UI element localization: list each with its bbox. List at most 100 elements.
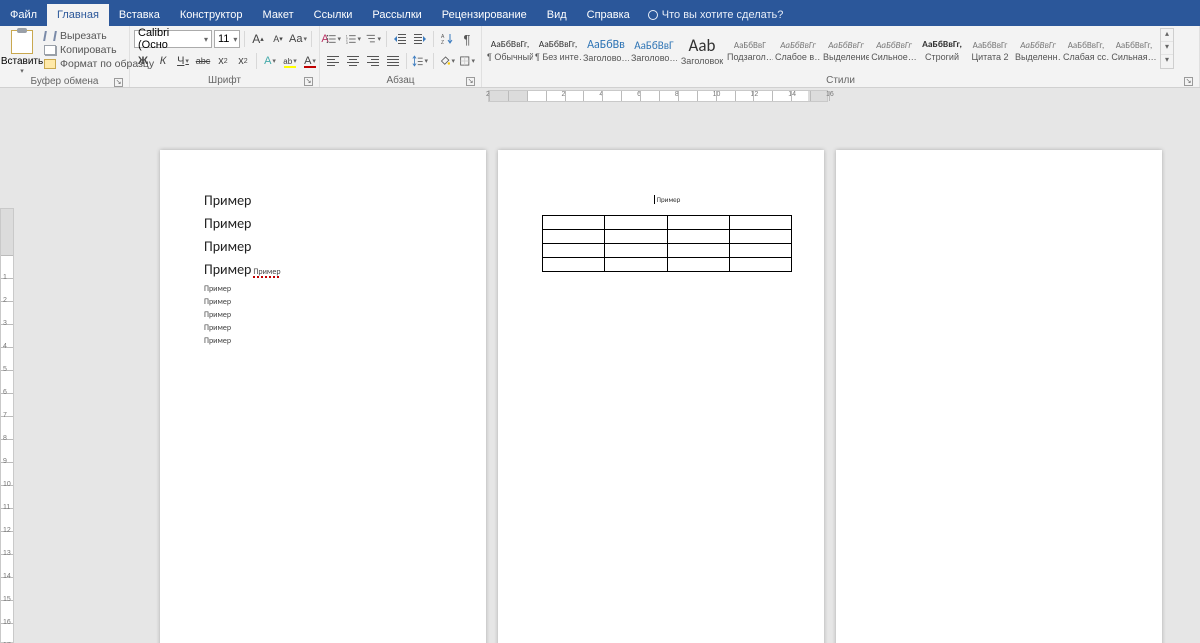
table-cell[interactable]: [667, 216, 729, 230]
page-1[interactable]: ПримерПримерПримерПримерПримерПримерПрим…: [160, 150, 486, 643]
paragraph-dialog-launcher[interactable]: ↘: [466, 77, 475, 86]
underline-button[interactable]: Ч▾: [174, 52, 192, 70]
tab-file[interactable]: Файл: [0, 4, 47, 26]
highlight-button[interactable]: ab▾: [281, 52, 299, 70]
table-cell[interactable]: [605, 216, 667, 230]
style-item-8[interactable]: АаБбВвГгСильное…: [870, 30, 918, 72]
ruler-horizontal[interactable]: 2246810121416: [488, 90, 828, 102]
text-effects-button[interactable]: A▾: [261, 52, 279, 70]
align-left-button[interactable]: [324, 52, 342, 70]
style-name: Сильное…: [871, 52, 916, 62]
table-cell[interactable]: [543, 230, 605, 244]
page-3[interactable]: [836, 150, 1162, 643]
shrink-font-button[interactable]: A▾: [269, 30, 287, 48]
grow-font-button[interactable]: A▴: [249, 30, 267, 48]
style-preview: АаБбВвГг,: [1116, 41, 1153, 50]
styles-dialog-launcher[interactable]: ↘: [1184, 77, 1193, 86]
table-cell[interactable]: [729, 230, 791, 244]
table-row: [543, 244, 792, 258]
tab-insert[interactable]: Вставка: [109, 4, 170, 26]
style-item-12[interactable]: АаБбВвГг,Слабая сс…: [1062, 30, 1110, 72]
table-cell[interactable]: [729, 216, 791, 230]
style-item-9[interactable]: АаБбВвГг,Строгий: [918, 30, 966, 72]
align-right-button[interactable]: [364, 52, 382, 70]
styles-scroll-up[interactable]: ▴: [1161, 29, 1173, 42]
table-cell[interactable]: [543, 216, 605, 230]
text-line: Пример: [204, 297, 454, 307]
page-2[interactable]: Пример: [498, 150, 824, 643]
style-item-3[interactable]: АаБбВвГЗаголово…: [630, 30, 678, 72]
group-clipboard: Вставить ▾ Вырезать Копировать Формат по…: [0, 26, 130, 87]
style-item-10[interactable]: АаБбВвГгЦитата 2: [966, 30, 1014, 72]
table-cell[interactable]: [605, 230, 667, 244]
decrease-indent-button[interactable]: [391, 30, 409, 48]
styles-expand[interactable]: ▾: [1161, 55, 1173, 68]
shading-button[interactable]: ▾: [438, 52, 456, 70]
font-name-combo[interactable]: Calibri (Осно▾: [134, 30, 212, 48]
increase-indent-button[interactable]: [411, 30, 429, 48]
sort-icon: AZ: [440, 32, 454, 46]
style-item-5[interactable]: АаБбВвГПодзагол…: [726, 30, 774, 72]
clipboard-dialog-launcher[interactable]: ↘: [114, 78, 123, 87]
page-2-caption: Пример: [657, 195, 681, 204]
tell-me-search[interactable]: Что вы хотите сделать?: [640, 4, 792, 26]
show-marks-button[interactable]: ¶: [458, 30, 476, 48]
change-case-button[interactable]: Aa▾: [289, 30, 307, 48]
table-cell[interactable]: [729, 258, 791, 272]
table-cell[interactable]: [605, 244, 667, 258]
svg-text:3: 3: [346, 41, 348, 45]
styles-more: ▴ ▾ ▾: [1160, 28, 1174, 69]
table-cell[interactable]: [667, 244, 729, 258]
tab-view[interactable]: Вид: [537, 4, 577, 26]
table-cell[interactable]: [667, 258, 729, 272]
multilevel-list-button[interactable]: ▾: [364, 30, 382, 48]
sort-button[interactable]: AZ: [438, 30, 456, 48]
italic-button[interactable]: К: [154, 52, 172, 70]
table-cell[interactable]: [543, 258, 605, 272]
line-spacing-button[interactable]: ▾: [411, 52, 429, 70]
tab-design[interactable]: Конструктор: [170, 4, 253, 26]
style-item-4[interactable]: AabЗаголовок: [678, 30, 726, 72]
tab-mailings[interactable]: Рассылки: [362, 4, 431, 26]
align-center-button[interactable]: [344, 52, 362, 70]
superscript-button[interactable]: x2: [234, 52, 252, 70]
table-cell[interactable]: [543, 244, 605, 258]
style-name: Выделенн…: [1015, 52, 1061, 62]
table-cell[interactable]: [667, 230, 729, 244]
style-item-13[interactable]: АаБбВвГг,Сильная…: [1110, 30, 1158, 72]
tab-help[interactable]: Справка: [577, 4, 640, 26]
style-item-0[interactable]: АаБбВвГг,¶ Обычный: [486, 30, 534, 72]
style-item-7[interactable]: АаБбВвГгВыделение: [822, 30, 870, 72]
style-item-2[interactable]: АаБбВвЗаголово…: [582, 30, 630, 72]
strikethrough-button[interactable]: abc: [194, 52, 212, 70]
style-name: Слабое в…: [775, 52, 821, 62]
table-cell[interactable]: [605, 258, 667, 272]
styles-scroll-down[interactable]: ▾: [1161, 42, 1173, 55]
tab-references[interactable]: Ссылки: [304, 4, 363, 26]
page-2-content: Пример: [542, 192, 792, 272]
table-row: [543, 230, 792, 244]
font-dialog-launcher[interactable]: ↘: [304, 77, 313, 86]
style-preview: АаБбВвГг,: [491, 40, 530, 50]
justify-button[interactable]: [384, 52, 402, 70]
numbering-button[interactable]: 123▾: [344, 30, 362, 48]
bullets-button[interactable]: ▾: [324, 30, 342, 48]
style-item-1[interactable]: АаБбВвГг,¶ Без инте…: [534, 30, 582, 72]
style-item-11[interactable]: АаБбВвГгВыделенн…: [1014, 30, 1062, 72]
tab-layout[interactable]: Макет: [253, 4, 304, 26]
style-item-6[interactable]: АаБбВвГгСлабое в…: [774, 30, 822, 72]
borders-button[interactable]: ▾: [458, 52, 476, 70]
subscript-button[interactable]: x2: [214, 52, 232, 70]
tell-me-label: Что вы хотите сделать?: [662, 9, 784, 21]
bold-button[interactable]: Ж: [134, 52, 152, 70]
line-spacing-icon: [412, 54, 423, 68]
tab-home[interactable]: Главная: [47, 4, 109, 26]
table-cell[interactable]: [729, 244, 791, 258]
style-name: Слабая сс…: [1063, 52, 1109, 62]
page-2-table[interactable]: [542, 215, 792, 272]
paste-button[interactable]: Вставить ▾: [4, 28, 40, 75]
style-preview: АаБбВвГг,: [539, 40, 578, 50]
font-size-combo[interactable]: 11▾: [214, 30, 240, 48]
tab-review[interactable]: Рецензирование: [432, 4, 537, 26]
font-color-button[interactable]: A▾: [301, 52, 319, 70]
